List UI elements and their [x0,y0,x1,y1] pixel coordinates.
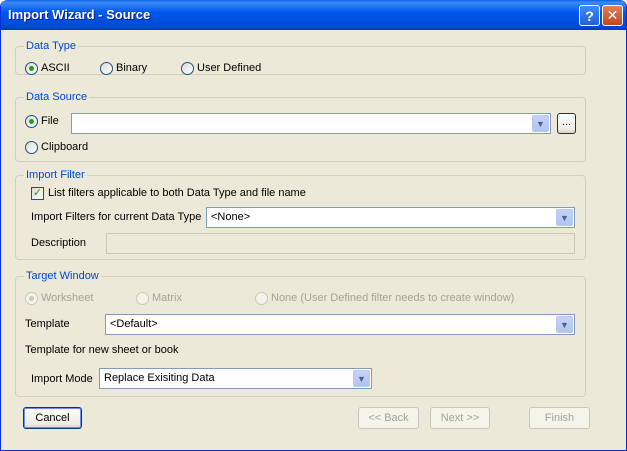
none-label[interactable]: None (User Defined filter needs to creat… [271,292,514,304]
finish-button[interactable]: Finish [529,407,590,429]
user-defined-label[interactable]: User Defined [197,62,261,74]
help-icon: ? [585,7,594,24]
import-filters-value: <None> [211,211,251,223]
import-mode-value: Replace Exisiting Data [104,372,215,384]
title-bar[interactable]: Import Wizard - Source ? ✕ [1,0,626,30]
import-mode-combo[interactable]: Replace Exisiting Data ▼ [99,368,372,389]
file-radio[interactable] [25,115,38,128]
clipboard-label[interactable]: Clipboard [41,141,88,153]
user-defined-radio[interactable] [181,62,194,75]
help-button[interactable]: ? [579,5,600,26]
file-label[interactable]: File [41,115,59,127]
matrix-label[interactable]: Matrix [152,292,182,304]
target-window-legend: Target Window [24,270,101,282]
check-icon: ✓ [32,187,43,199]
chevron-down-icon[interactable]: ▼ [353,370,370,387]
none-radio[interactable] [255,292,268,305]
file-path-combo[interactable]: ▼ [71,113,551,134]
import-filters-label: Import Filters for current Data Type [31,211,202,223]
ascii-label[interactable]: ASCII [41,62,70,74]
binary-label[interactable]: Binary [116,62,147,74]
list-filters-label[interactable]: List filters applicable to both Data Typ… [48,187,306,199]
chevron-down-icon[interactable]: ▼ [556,209,573,226]
worksheet-radio[interactable] [25,292,38,305]
chevron-down-icon[interactable]: ▼ [532,115,549,132]
template-label: Template [25,318,70,330]
ascii-radio[interactable] [25,62,38,75]
description-label: Description [31,237,87,249]
back-button[interactable]: << Back [358,407,419,429]
list-filters-checkbox[interactable]: ✓ [31,187,44,200]
close-button[interactable]: ✕ [602,5,623,26]
chevron-down-icon[interactable]: ▼ [556,316,573,333]
worksheet-label[interactable]: Worksheet [41,292,93,304]
matrix-radio[interactable] [136,292,149,305]
binary-radio[interactable] [100,62,113,75]
data-type-legend: Data Type [24,40,78,52]
import-wizard-window: Import Wizard - Source ? ✕ Data Type ASC… [0,0,627,451]
data-source-legend: Data Source [24,91,90,103]
import-filters-combo[interactable]: <None> ▼ [206,207,575,228]
template-hint: Template for new sheet or book [25,344,179,356]
browse-button[interactable]: ... [557,113,576,134]
template-combo[interactable]: <Default> ▼ [105,314,575,335]
cancel-button[interactable]: Cancel [23,407,82,429]
import-mode-label: Import Mode [31,373,93,385]
description-field [106,233,575,254]
template-value: <Default> [110,318,158,330]
window-title: Import Wizard - Source [8,7,151,22]
import-filter-legend: Import Filter [24,169,87,181]
next-button[interactable]: Next >> [430,407,490,429]
close-icon: ✕ [606,7,619,23]
clipboard-radio[interactable] [25,141,38,154]
